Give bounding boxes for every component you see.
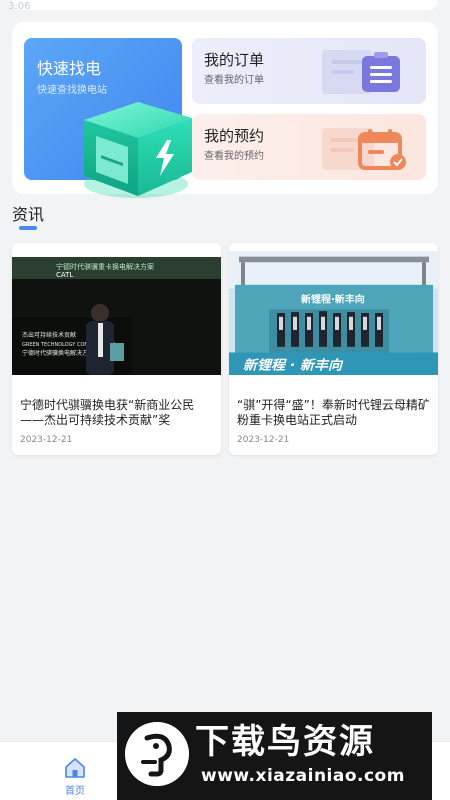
my-orders-subtitle: 查看我的订单 bbox=[204, 75, 264, 86]
news-image-line: 杰出可持续技术贡献 bbox=[22, 331, 76, 339]
news-image-brand: CATL bbox=[56, 271, 73, 279]
my-appointments-subtitle: 查看我的预约 bbox=[204, 151, 264, 162]
my-appointments-title: 我的预约 bbox=[204, 127, 265, 145]
news-section-title: 资讯 bbox=[12, 205, 45, 224]
news-thumbnail: 新锂程·新丰向 新锂程 · 新丰向 bbox=[229, 251, 438, 375]
news-card[interactable]: 宁德时代骐骥重卡换电解决方案 CATL 杰出可持续技术贡献 GREEN TECH… bbox=[12, 243, 221, 455]
news-thumbnail: 宁德时代骐骥重卡换电解决方案 CATL 杰出可持续技术贡献 GREEN TECH… bbox=[12, 257, 221, 375]
battery-box-icon bbox=[84, 102, 192, 198]
calendar-icon bbox=[322, 128, 406, 170]
tab-home[interactable]: 首页 bbox=[45, 750, 105, 798]
home-icon bbox=[65, 758, 85, 778]
tab-home-label: 首页 bbox=[65, 786, 85, 797]
bird-logo-icon bbox=[125, 722, 189, 786]
watermark-banner: 下载鸟资源 www.xiazainiao.com bbox=[117, 712, 432, 800]
clipboard-icon bbox=[322, 50, 400, 94]
watermark-url: www.xiazainiao.com bbox=[201, 766, 405, 786]
previous-card-stub bbox=[12, 0, 438, 10]
news-card[interactable]: 新锂程·新丰向 新锂程 · 新丰向 “骐”开得“盛”！奉新时代锂云母精矿粉重卡换… bbox=[229, 243, 438, 455]
news-title: 宁德时代骐骥换电获“新商业公民——杰出可持续技术贡献”奖 bbox=[20, 398, 195, 427]
news-title-underline bbox=[19, 226, 37, 230]
my-appointments-card[interactable]: 我的预约 查看我的预约 bbox=[192, 114, 426, 180]
status-bar-time: 3:06 bbox=[8, 1, 31, 12]
news-image-line: 宁德时代骐骥换电解决方案 bbox=[22, 349, 94, 357]
my-orders-card[interactable]: 我的订单 查看我的订单 bbox=[192, 38, 426, 104]
watermark-title: 下载鸟资源 bbox=[195, 722, 375, 762]
my-orders-title: 我的订单 bbox=[204, 51, 265, 69]
news-image-banner: 新锂程·新丰向 bbox=[301, 293, 365, 306]
services-panel: 快速找电 快速查找换电站 我的订单 查看我的订单 我的预约 查看我的预约 bbox=[12, 22, 438, 198]
news-image-banner: 宁德时代骐骥重卡换电解决方案 bbox=[56, 262, 154, 271]
find-station-title: 快速找电 bbox=[37, 59, 102, 78]
find-station-card[interactable]: 快速找电 快速查找换电站 bbox=[24, 38, 192, 198]
news-date: 2023-12-21 bbox=[20, 435, 73, 445]
news-title: “骐”开得“盛”！奉新时代锂云母精矿粉重卡换电站正式启动 bbox=[237, 398, 430, 427]
news-date: 2023-12-21 bbox=[237, 435, 290, 445]
news-image-slogan: 新锂程 · 新丰向 bbox=[243, 358, 344, 373]
